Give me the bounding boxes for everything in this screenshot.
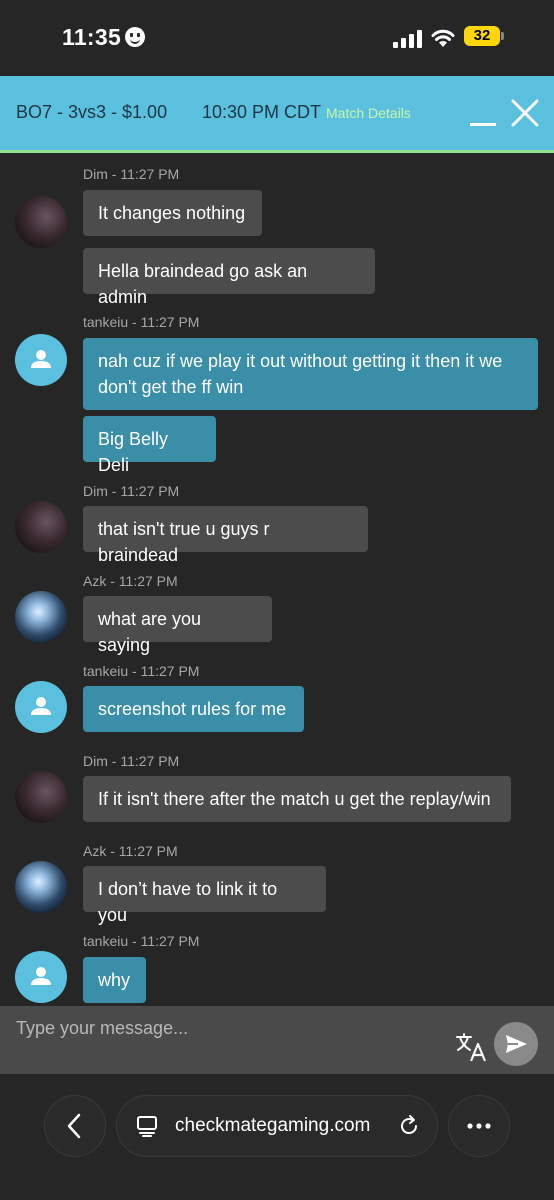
message-bubble: screenshot rules for me [83,686,304,732]
user-icon [31,967,51,985]
address-bar[interactable]: checkmategaming.com [116,1095,438,1157]
chat-log[interactable]: Dim - 11:27 PM It changes nothing Hella … [0,153,554,1006]
more-icon [467,1123,491,1129]
message-bubble: It changes nothing [83,190,262,236]
back-button[interactable] [44,1095,106,1157]
battery-icon: 32 [464,26,500,46]
match-details-link[interactable]: Match Details [326,105,411,121]
user-icon [31,350,51,368]
app-root: 11:35 32 BO7 - 3vs3 - $1.00 10:30 PM CDT… [0,0,554,1200]
message-sender: tankeiu - 11:27 PM [83,314,200,330]
battery-cap [501,32,504,40]
avatar [15,501,67,553]
match-title: BO7 - 3vs3 - $1.00 [16,102,168,122]
message-input[interactable] [0,1006,440,1050]
message-bubble: that isn't true u guys r braindead [83,506,368,565]
message-sender: tankeiu - 11:27 PM [83,933,200,949]
message-bubble: If it isn't there after the match u get … [83,776,511,822]
avatar [15,196,67,248]
send-button[interactable] [494,1022,538,1066]
message-bubble: Hella braindead go ask an admin [83,248,375,307]
match-time: 10:30 PM CDT [202,102,322,122]
emoji-face-icon [125,27,146,47]
tabs-icon [137,1116,157,1137]
wifi-icon [431,29,455,47]
avatar [15,951,67,1003]
back-icon [67,1113,81,1139]
match-header: BO7 - 3vs3 - $1.00 10:30 PM CDT Match De… [0,76,554,153]
url-text: checkmategaming.com [175,1115,371,1136]
status-time: 11:35 [62,24,122,50]
message-composer [0,1006,554,1074]
close-icon[interactable] [510,98,540,128]
message-sender: Azk - 11:27 PM [83,843,178,859]
message-bubble: nah cuz if we play it out without gettin… [83,338,538,410]
avatar [15,681,67,733]
status-time-wrap: 11:35 [62,24,146,51]
send-icon [506,1035,527,1053]
message-bubble: what are you saying [83,596,272,655]
message-sender: Dim - 11:27 PM [83,483,180,499]
message-sender: tankeiu - 11:27 PM [83,663,200,679]
message-bubble: I don’t have to link it to you [83,866,326,925]
user-icon [31,697,51,715]
avatar [15,861,67,913]
message-sender: Azk - 11:27 PM [83,573,178,589]
cellular-signal-icon [393,30,423,48]
message-sender: Dim - 11:27 PM [83,166,180,182]
battery-level: 32 [473,27,491,44]
avatar [15,771,67,823]
message-sender: Dim - 11:27 PM [83,753,180,769]
avatar [15,591,67,643]
avatar [15,334,67,386]
minimize-icon[interactable] [470,123,496,126]
translate-icon[interactable] [454,1030,488,1064]
more-button[interactable] [448,1095,510,1157]
status-bar: 11:35 32 [0,0,554,76]
message-bubble: Big Belly Deli [83,416,216,475]
reload-icon[interactable] [397,1114,421,1138]
browser-toolbar: checkmategaming.com [0,1074,554,1200]
message-bubble: why [83,957,146,1003]
